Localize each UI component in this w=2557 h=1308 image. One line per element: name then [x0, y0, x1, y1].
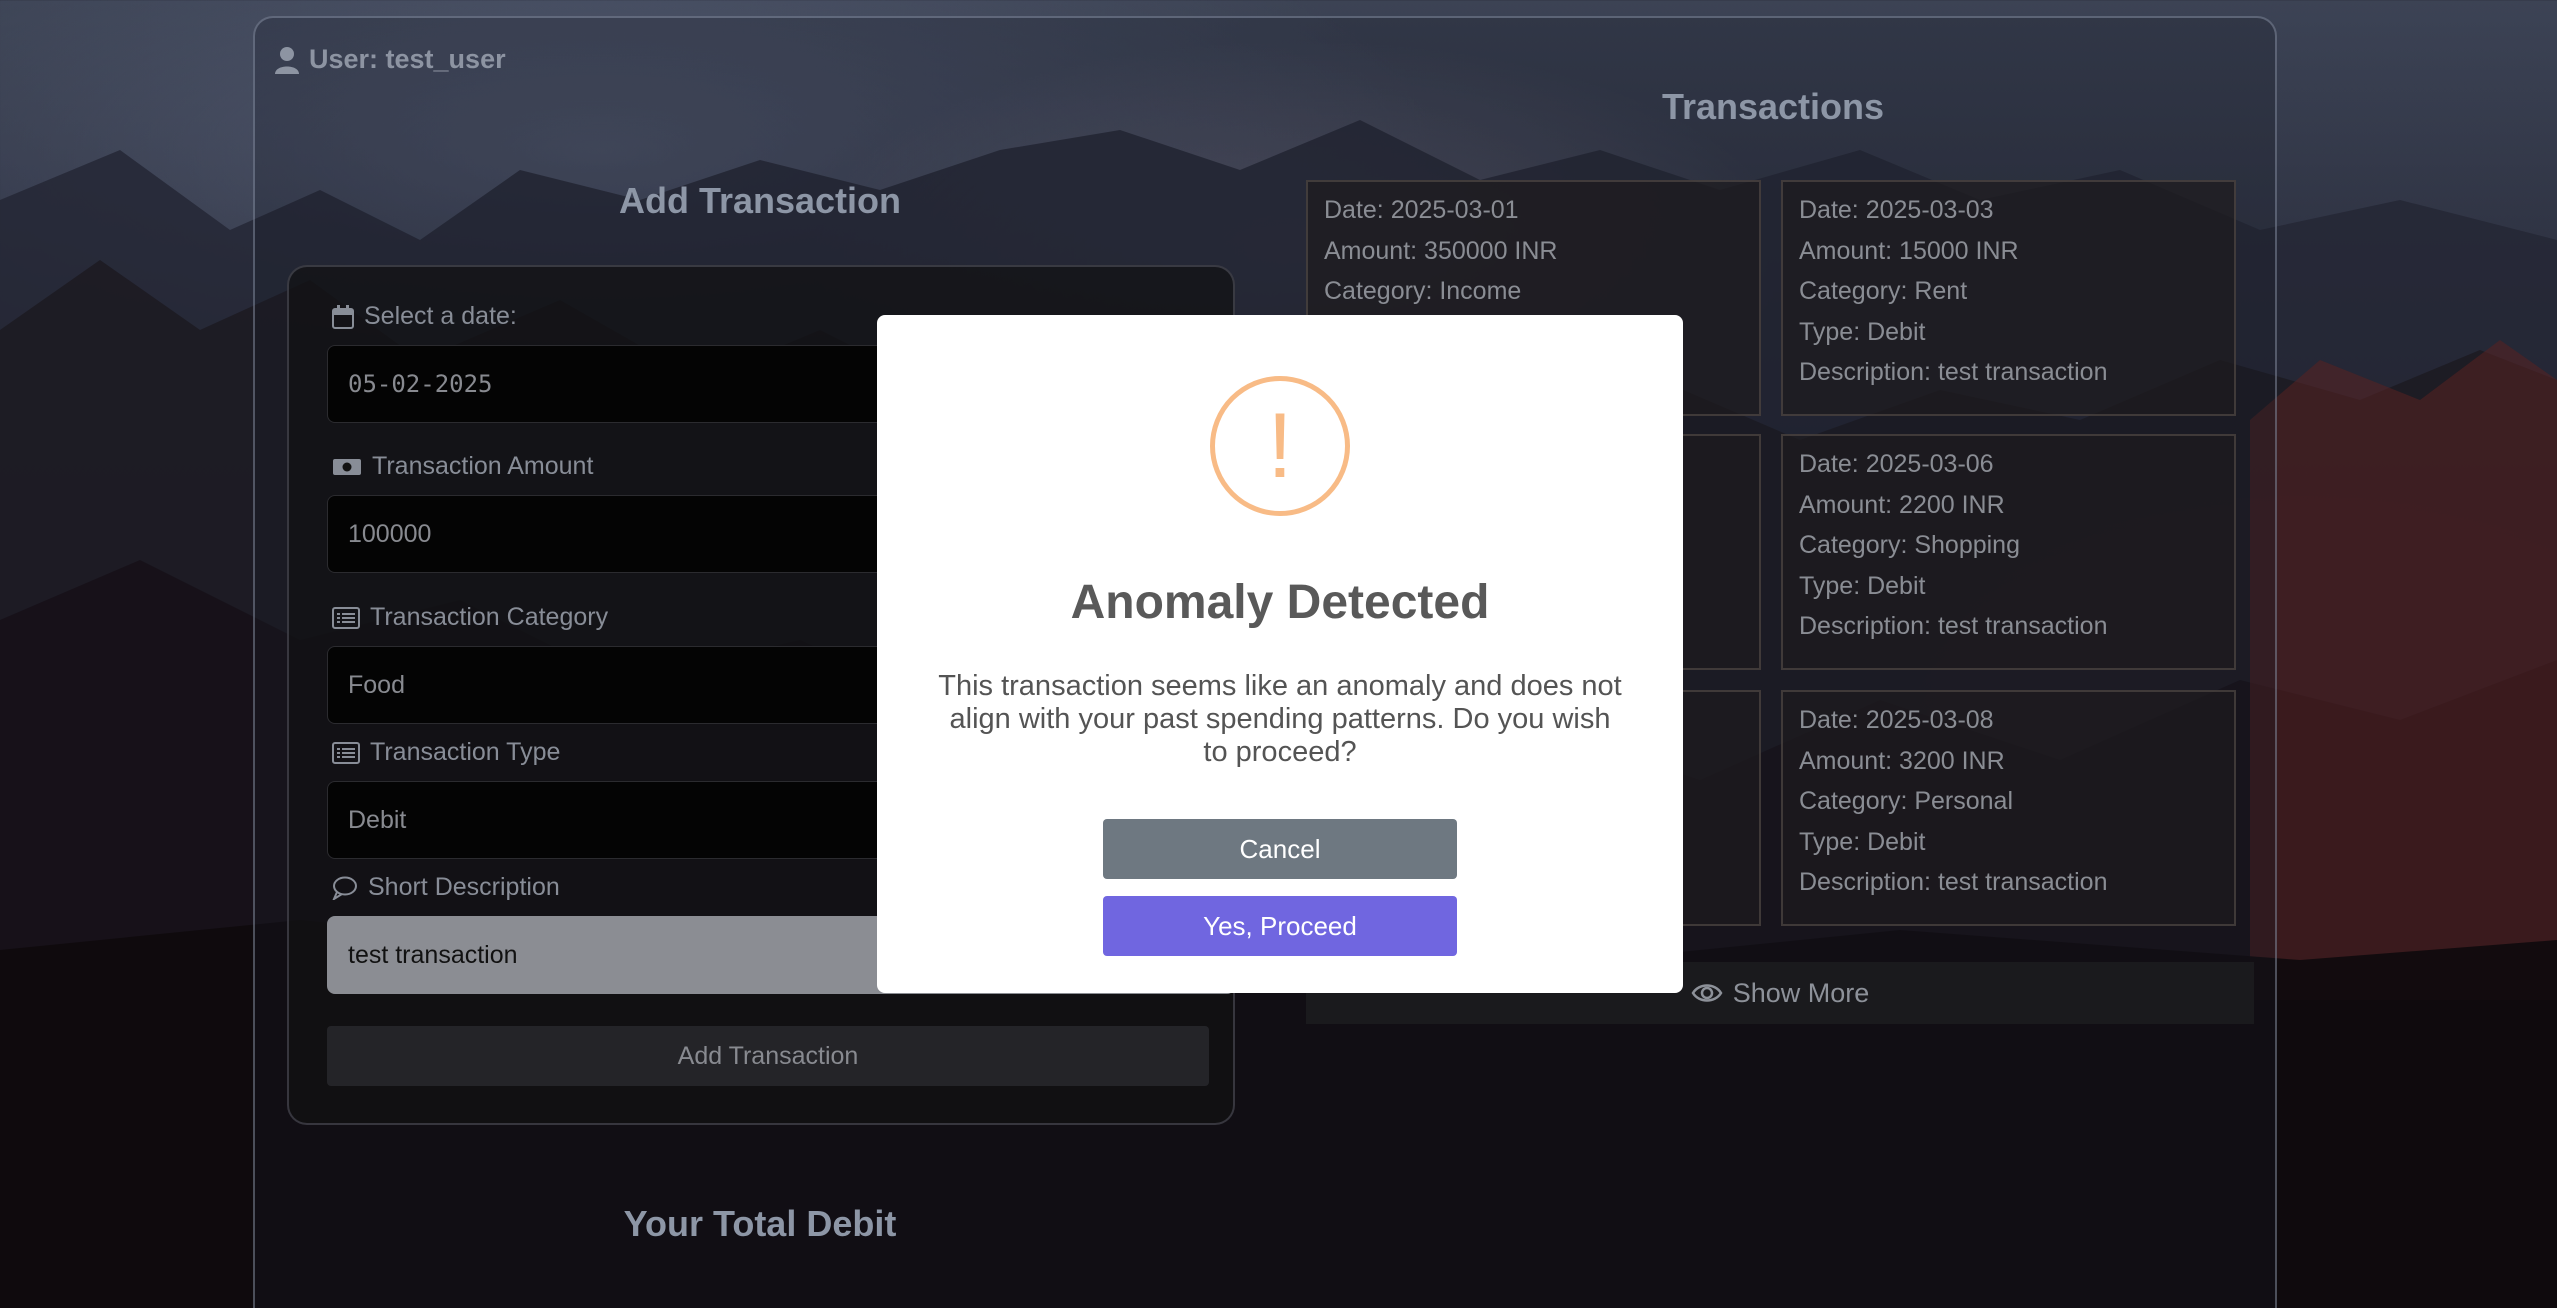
dialog-title: Anomaly Detected — [1070, 576, 1490, 629]
proceed-button[interactable]: Yes, Proceed — [1103, 896, 1457, 956]
cancel-button[interactable]: Cancel — [1103, 819, 1457, 879]
dialog-message: This transaction seems like an anomaly a… — [938, 670, 1622, 768]
anomaly-dialog: ! Anomaly Detected This transaction seem… — [877, 315, 1683, 993]
warning-icon: ! — [1210, 376, 1350, 516]
